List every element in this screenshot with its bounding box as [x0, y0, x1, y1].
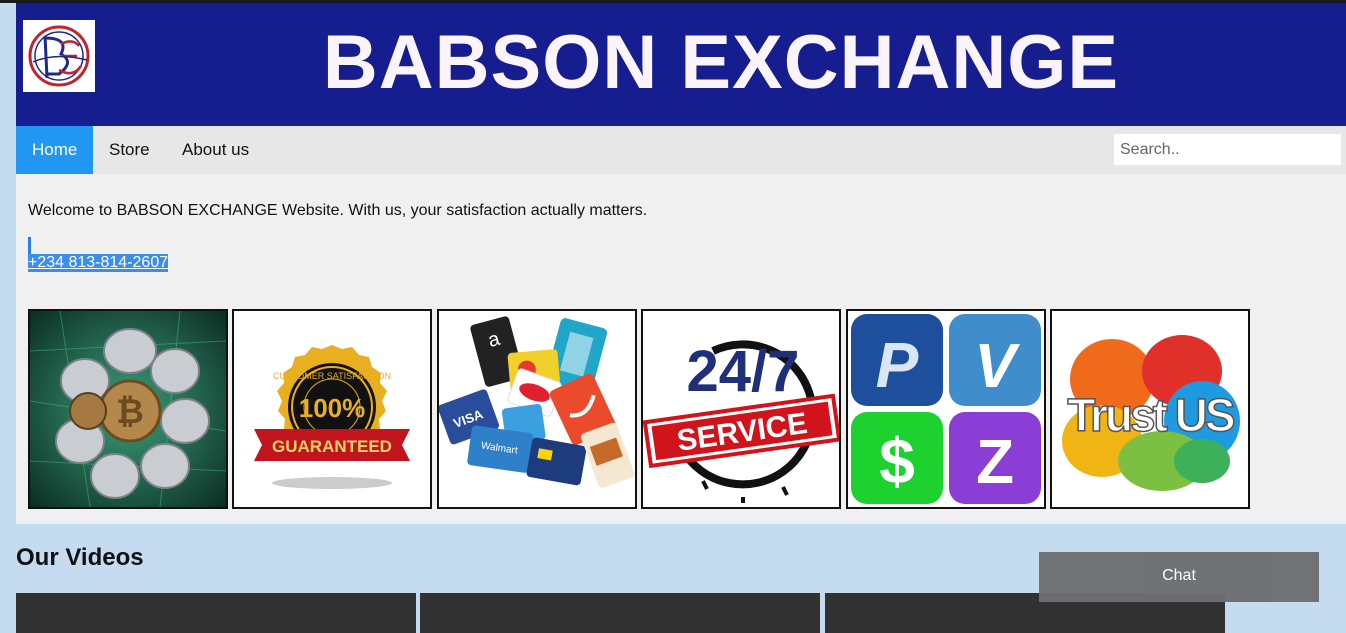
- trust-text: Trust US: [1067, 389, 1233, 441]
- tile-24-7-service[interactable]: 24/7 SERVICE: [641, 309, 841, 509]
- payment-apps-icon: P V $ Z: [848, 311, 1044, 507]
- zelle-letter: Z: [976, 428, 1014, 497]
- seal-text: CUSTOMER SATISFACTION: [273, 371, 391, 381]
- 24-7-service-icon: 24/7 SERVICE: [643, 311, 839, 507]
- phone-link[interactable]: +234 813-814-2607: [28, 254, 169, 272]
- nav-about-us[interactable]: About us: [166, 126, 265, 174]
- site-title: BABSON EXCHANGE: [322, 20, 1120, 105]
- tile-trust-us[interactable]: Trust US: [1050, 309, 1250, 509]
- site-header: BABSON EXCHANGE: [16, 3, 1346, 126]
- video-player[interactable]: [420, 593, 820, 633]
- gift-cards-icon: a VISA Walmart: [439, 311, 635, 507]
- tile-gift-cards[interactable]: a VISA Walmart: [437, 309, 637, 509]
- seal-ribbon: GUARANTEED: [272, 437, 392, 456]
- venmo-letter: V: [974, 332, 1020, 401]
- welcome-text: Welcome to BABSON EXCHANGE Website. With…: [28, 202, 648, 219]
- seal-percent: 100%: [299, 393, 366, 423]
- svg-text:₿: ₿: [116, 393, 144, 431]
- nav-bar: Home Store About us: [16, 126, 1346, 174]
- cashapp-letter: $: [879, 425, 915, 497]
- guarantee-badge-icon: CUSTOMER SATISFACTION 100% GUARANTEED: [234, 311, 430, 507]
- video-player[interactable]: [16, 593, 416, 633]
- crypto-coins-icon: ₿: [30, 311, 226, 507]
- videos-heading: Our Videos: [16, 544, 144, 571]
- paypal-letter: P: [876, 329, 919, 401]
- tile-crypto[interactable]: ₿: [28, 309, 228, 509]
- tile-payment-apps[interactable]: P V $ Z: [846, 309, 1046, 509]
- main-content: Welcome to BABSON EXCHANGE Website. With…: [16, 174, 1346, 524]
- service-number: 24/7: [687, 339, 800, 404]
- search-input[interactable]: [1114, 134, 1341, 165]
- tile-guarantee[interactable]: CUSTOMER SATISFACTION 100% GUARANTEED: [232, 309, 432, 509]
- chat-button[interactable]: Chat: [1039, 552, 1319, 602]
- nav-home[interactable]: Home: [16, 126, 94, 174]
- text-cursor: [28, 237, 31, 254]
- trust-us-icon: Trust US: [1052, 311, 1248, 507]
- nav-store[interactable]: Store: [93, 126, 166, 174]
